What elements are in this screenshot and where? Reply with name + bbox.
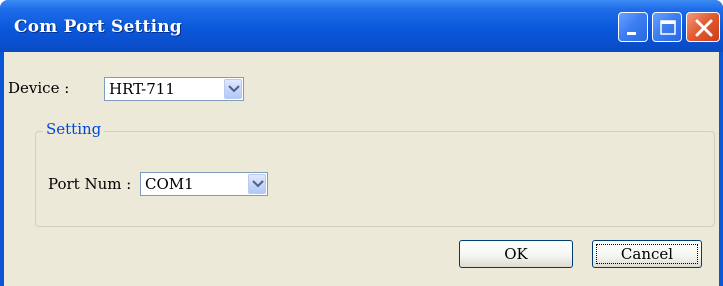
focus-rectangle	[596, 244, 698, 264]
close-icon	[695, 19, 713, 37]
title-bar[interactable]: Com Port Setting	[0, 0, 723, 52]
minimize-icon	[627, 32, 636, 35]
device-label: Device :	[8, 79, 70, 97]
ok-button[interactable]: OK	[459, 240, 573, 268]
device-select[interactable]: HRT-711	[104, 77, 244, 101]
cancel-button[interactable]: Cancel	[592, 240, 702, 268]
chevron-down-icon	[228, 85, 240, 93]
minimize-button[interactable]	[618, 12, 648, 42]
com-port-setting-window: Com Port Setting Device : HRT-711 Settin…	[0, 0, 723, 286]
maximize-icon	[660, 20, 676, 35]
port-num-select-value: COM1	[145, 175, 194, 193]
device-select-value: HRT-711	[109, 80, 175, 98]
window-title: Com Port Setting	[14, 17, 182, 37]
close-button[interactable]	[686, 12, 720, 42]
port-num-dropdown-button[interactable]	[248, 174, 266, 194]
setting-group-legend: Setting	[43, 120, 105, 138]
device-dropdown-button[interactable]	[224, 79, 242, 99]
port-num-select[interactable]: COM1	[140, 172, 268, 196]
maximize-button[interactable]	[652, 12, 682, 42]
dialog-body: Device : HRT-711 Setting Port Num : COM1…	[4, 52, 719, 286]
chevron-down-icon	[252, 180, 264, 188]
setting-groupbox	[35, 131, 715, 227]
port-num-label: Port Num :	[48, 175, 132, 193]
